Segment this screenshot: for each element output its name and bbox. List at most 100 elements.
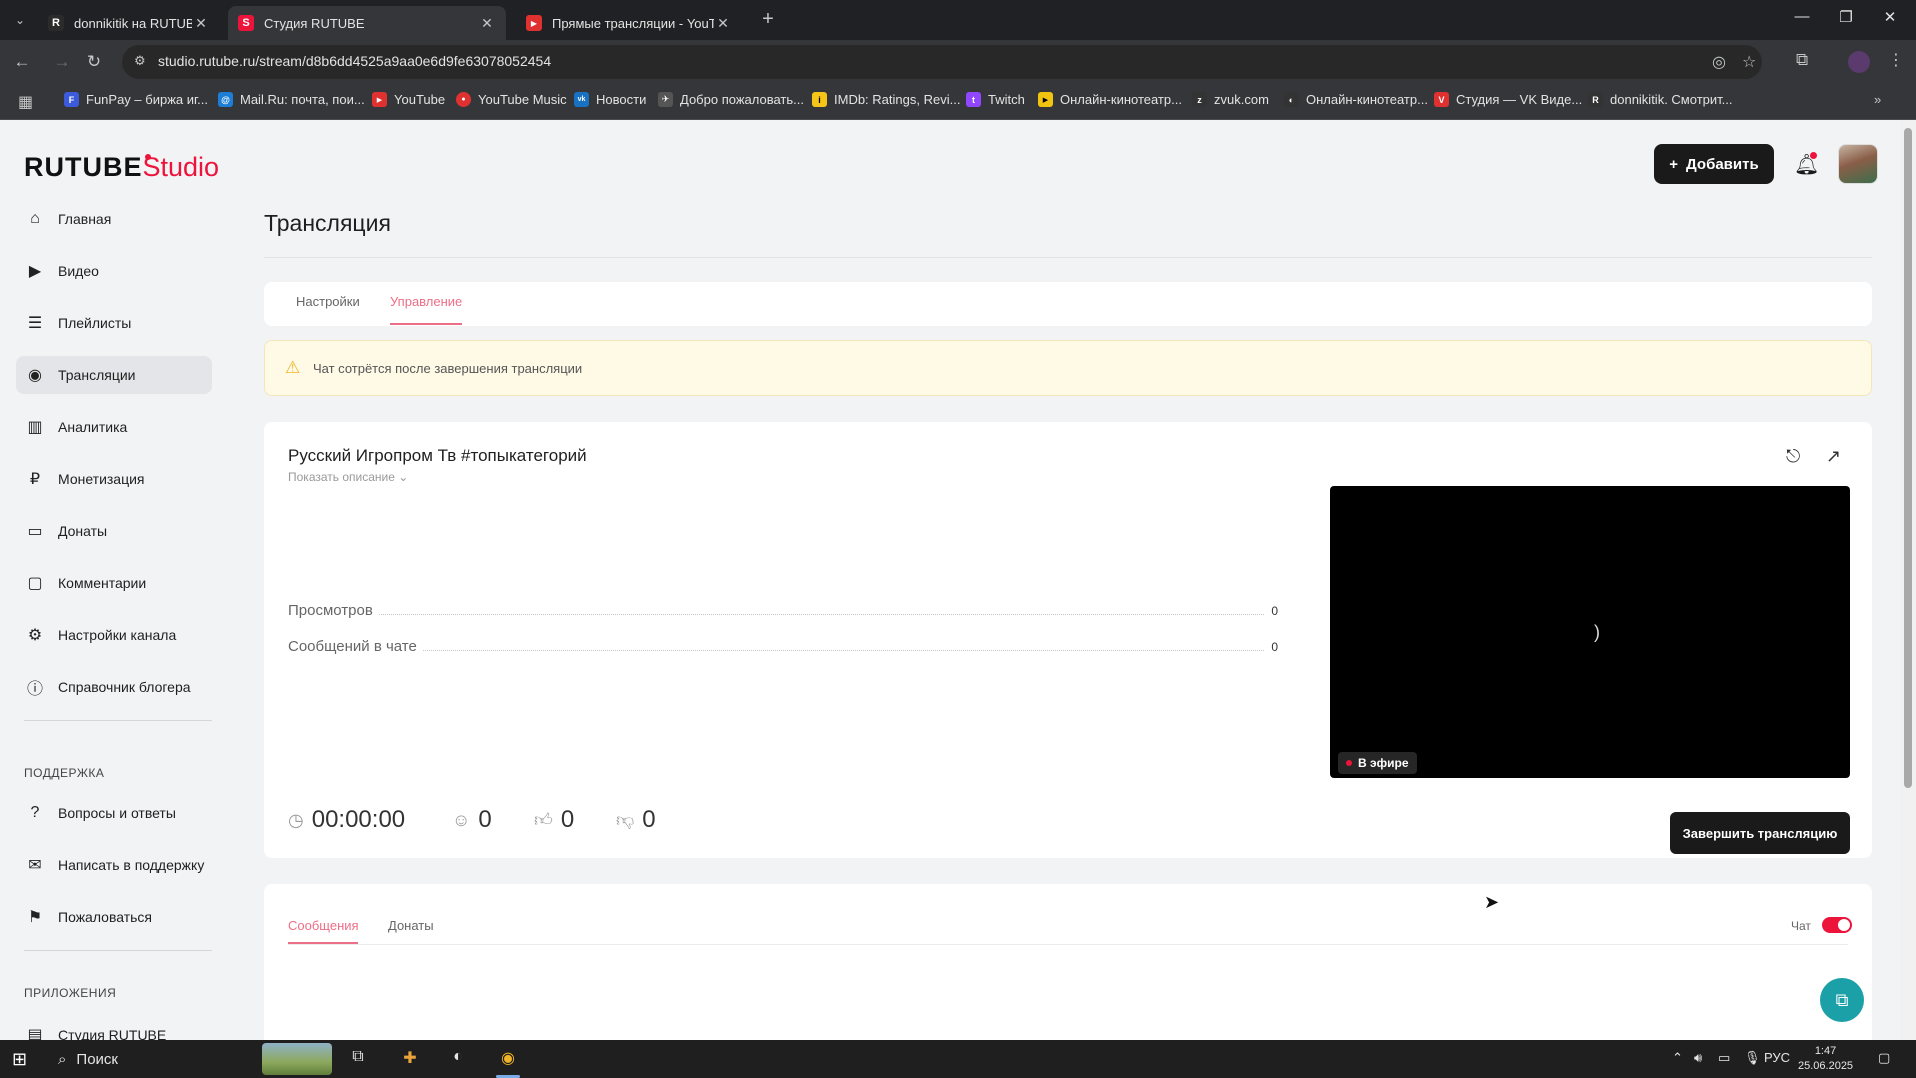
page-title: Трансляция bbox=[264, 210, 391, 236]
sidebar-item-home[interactable]: ⌂ Главная bbox=[16, 200, 212, 238]
sidebar-item-contact-support[interactable]: ✉ Написать в поддержку bbox=[16, 846, 212, 884]
sidebar-item-broadcasts[interactable]: ◉ Трансляции bbox=[16, 356, 212, 394]
app-taskbar-icon[interactable]: ✚ bbox=[398, 1048, 422, 1070]
broadcast-icon: ◉ bbox=[28, 367, 42, 384]
end-stream-button[interactable]: Завершить трансляцию bbox=[1670, 812, 1850, 854]
bookmarks-bar: F FunPay – биржа иг... @ Mail.Ru: почта, п… bbox=[0, 84, 1916, 120]
tray-overflow-icon[interactable]: ⌃ bbox=[1672, 1050, 1683, 1066]
sidebar-item-analytics[interactable]: ▥ Аналитика bbox=[16, 408, 212, 446]
help-chat-fab-icon[interactable]: ⧉ bbox=[1820, 978, 1864, 1022]
browser-tab-rutube-channel[interactable]: R donnikitik на RUTUBE: 16 виде ✕ bbox=[38, 6, 220, 40]
site-settings-icon[interactable]: ⚙ bbox=[134, 53, 146, 69]
info-icon: ⓘ bbox=[26, 681, 43, 698]
windows-start-icon[interactable]: ⊞ bbox=[12, 1049, 27, 1070]
address-bar[interactable]: ⚙ studio.rutube.ru/stream/d8b6dd4525a9aa… bbox=[122, 45, 1762, 79]
restore-icon[interactable]: ❐ bbox=[1826, 8, 1866, 26]
close-tab-icon[interactable]: ✕ bbox=[714, 15, 732, 32]
system-clock[interactable]: 1:47 25.06.2025 bbox=[1798, 1044, 1853, 1074]
warning-text: Чат сотрётся после завершения трансляции bbox=[313, 361, 583, 376]
sidebar-item-channel-settings[interactable]: ⚙ Настройки канала bbox=[16, 616, 212, 654]
bookmark-star-icon[interactable]: ☆ bbox=[1742, 52, 1756, 72]
add-button[interactable]: + Добавить bbox=[1654, 144, 1774, 184]
tab-donations[interactable]: Донаты bbox=[388, 918, 434, 933]
new-tab-icon[interactable]: + bbox=[756, 8, 780, 31]
notification-center-icon[interactable]: ▢ bbox=[1878, 1050, 1890, 1066]
more-bookmarks-icon[interactable]: » bbox=[1874, 92, 1881, 107]
sidebar-item-video[interactable]: ▶ Видео bbox=[16, 252, 212, 290]
thumbs-up-icon: 👍︎ bbox=[534, 810, 553, 830]
mailru-icon: @ bbox=[218, 92, 233, 107]
chrome-icon[interactable]: ◉ bbox=[496, 1048, 520, 1070]
sidebar-divider bbox=[24, 720, 212, 721]
sidebar-item-label: Видео bbox=[58, 263, 99, 279]
chat-toggle[interactable] bbox=[1822, 917, 1852, 933]
bookmark-vk-video-studio[interactable]: V Студия — VK Виде... bbox=[1434, 92, 1582, 107]
extensions-icon[interactable]: ⧉ bbox=[1796, 50, 1808, 70]
task-view-icon[interactable]: ⧉ bbox=[346, 1048, 370, 1070]
bookmark-label: Добро пожаловать... bbox=[680, 92, 804, 107]
browser-menu-icon[interactable]: ⋮ bbox=[1888, 50, 1904, 70]
taskbar-search[interactable]: ⌕ Поиск bbox=[48, 1042, 256, 1076]
back-icon[interactable]: ← bbox=[10, 50, 34, 74]
bookmark-funpay[interactable]: F FunPay – биржа иг... bbox=[64, 92, 208, 107]
browser-tab-youtube-live[interactable]: ▶ Прямые трансляции - YouTub ✕ bbox=[516, 6, 742, 40]
sidebar-item-comments[interactable]: ▢ Комментарии bbox=[16, 564, 212, 602]
microphone-icon[interactable]: 🎙︎ bbox=[1744, 1050, 1761, 1066]
tab-management[interactable]: Управление bbox=[390, 294, 462, 309]
search-icon: ⌕ bbox=[58, 1050, 67, 1068]
logo-studio-text: Studio bbox=[142, 152, 220, 182]
sidebar-item-donations[interactable]: ▭ Донаты bbox=[16, 512, 212, 550]
bookmark-imdb[interactable]: i IMDb: Ratings, Revi... bbox=[812, 92, 960, 107]
obs-icon[interactable]: ◐ bbox=[446, 1048, 470, 1070]
bookmark-youtube-music[interactable]: ● YouTube Music bbox=[456, 92, 567, 107]
bookmark-label: FunPay – биржа иг... bbox=[86, 92, 208, 107]
tab-messages[interactable]: Сообщения bbox=[288, 918, 359, 933]
reload-icon[interactable]: ↻ bbox=[82, 50, 106, 74]
stream-preview-player[interactable]: ) В эфире bbox=[1330, 486, 1850, 778]
close-window-icon[interactable]: ✕ bbox=[1870, 8, 1910, 26]
rutube-studio-logo[interactable]: RUTUBEStudio bbox=[24, 152, 219, 183]
page-scrollbar[interactable] bbox=[1900, 120, 1916, 1040]
imdb-icon: i bbox=[812, 92, 827, 107]
forward-icon[interactable]: → bbox=[50, 50, 74, 74]
support-heading: ПОДДЕРЖКА bbox=[24, 766, 105, 780]
user-avatar[interactable] bbox=[1838, 144, 1878, 184]
show-description-label: Показать описание bbox=[288, 470, 395, 484]
tab-search-icon[interactable]: ⌄ bbox=[8, 8, 32, 32]
bookmark-donnikitik[interactable]: Rdonnikitik. Смотрит... bbox=[1588, 92, 1732, 107]
language-indicator[interactable]: РУС bbox=[1764, 1050, 1790, 1065]
sidebar-item-blogger-guide[interactable]: ⓘ Справочник блогера bbox=[16, 668, 212, 706]
sidebar-item-label: Донаты bbox=[58, 523, 108, 539]
eye-off-icon[interactable]: ◎ bbox=[1712, 52, 1726, 72]
share-icon[interactable]: ⎋ bbox=[1786, 446, 1800, 467]
bookmark-online-cinema-2[interactable]: ◐ Онлайн-кинотеатр... bbox=[1284, 92, 1428, 107]
playlist-icon: ☰ bbox=[27, 315, 43, 332]
bookmark-zvuk[interactable]: z zvuk.com bbox=[1192, 92, 1269, 107]
open-external-icon[interactable]: ↗ bbox=[1826, 446, 1841, 467]
logo-rutube-text: RUTUBE bbox=[24, 152, 143, 182]
apps-grid-icon[interactable]: ▦ bbox=[18, 92, 33, 112]
bookmark-online-cinema-1[interactable]: ▶ Онлайн-кинотеатр... bbox=[1038, 92, 1182, 107]
bookmark-mailru[interactable]: @ Mail.Ru: почта, пои... bbox=[218, 92, 365, 107]
scrollbar-thumb[interactable] bbox=[1904, 128, 1912, 788]
minimize-icon[interactable]: — bbox=[1782, 8, 1822, 25]
browser-tab-rutube-studio[interactable]: S Студия RUTUBE ✕ bbox=[228, 6, 506, 40]
sidebar-item-monetization[interactable]: ₽ Монетизация bbox=[16, 460, 212, 498]
close-tab-icon[interactable]: ✕ bbox=[192, 15, 210, 32]
close-tab-icon[interactable]: ✕ bbox=[478, 15, 496, 32]
tab-settings[interactable]: Настройки bbox=[296, 294, 360, 309]
network-icon[interactable]: ▭ bbox=[1718, 1050, 1730, 1066]
sidebar-item-faq[interactable]: ? Вопросы и ответы bbox=[16, 794, 212, 832]
sidebar-item-report[interactable]: ⚑ Пожаловаться bbox=[16, 898, 212, 936]
bookmark-welcome[interactable]: ✈ Добро пожаловать... bbox=[658, 92, 804, 107]
bookmark-youtube[interactable]: ▶ YouTube bbox=[372, 92, 445, 107]
taskbar-widget-thumbnail[interactable] bbox=[262, 1043, 332, 1075]
browser-profile-avatar[interactable] bbox=[1848, 51, 1870, 73]
loading-spinner-icon: ) bbox=[1594, 622, 1600, 642]
bookmark-vk-news[interactable]: vk Новости bbox=[574, 92, 646, 107]
show-description-toggle[interactable]: Показать описание ⌄ bbox=[288, 470, 408, 484]
url-text[interactable]: studio.rutube.ru/stream/d8b6dd4525a9aa0e… bbox=[158, 53, 551, 69]
bookmark-twitch[interactable]: t Twitch bbox=[966, 92, 1025, 107]
sidebar-item-playlists[interactable]: ☰ Плейлисты bbox=[16, 304, 212, 342]
volume-icon[interactable]: 🔊︎ bbox=[1694, 1050, 1702, 1066]
